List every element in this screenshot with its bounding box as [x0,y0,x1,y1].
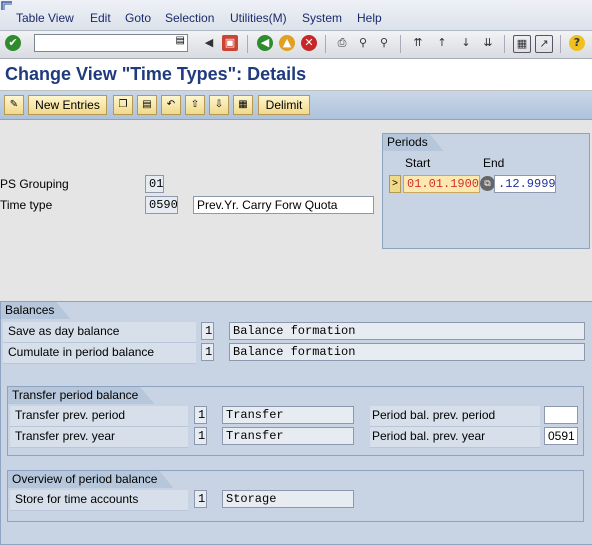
ps-grouping-label: PS Grouping [0,177,69,191]
delete-icon[interactable]: ▤ [137,95,157,115]
title-bar: Change View "Time Types": Details [0,59,592,91]
display-change-icon[interactable]: ✎ [4,95,24,115]
previous-page-icon[interactable]: ↑ [434,35,450,51]
end-label: End [483,156,505,170]
cumulate-period-balance-code: 1 [201,343,214,361]
application-toolbar: ✎ New Entries ❐ ▤ ↶ ⇧ ⇩ ▦ Delimit [0,91,592,120]
enter-icon[interactable]: ✔ [5,35,21,51]
shortcut-icon[interactable]: ↗ [535,35,553,53]
start-date-field[interactable]: 01.01.1900 [403,175,480,193]
menu-table-view[interactable]: Table View [16,11,74,25]
time-type-text: Prev.Yr. Carry Forw Quota [193,196,374,214]
copy-icon[interactable]: ❐ [113,95,133,115]
save-as-day-balance-label: Save as day balance [8,324,120,338]
balances-title: Balances [1,302,70,319]
toolbar-separator [247,35,248,53]
menu-selection[interactable]: Selection [165,11,214,25]
transfer-prev-period-code: 1 [194,406,207,424]
toolbar-separator [325,35,326,53]
transfer-prev-year-label: Transfer prev. year [15,429,116,443]
command-field[interactable]: ▤ [34,34,188,52]
print-icon[interactable]: ⎙ [334,35,350,51]
toolbar-separator [504,35,505,53]
menu-bar: Table View Edit Goto Selection Utilities… [0,0,592,31]
balances-box: Balances Save as day balance 1 Balance f… [0,301,592,545]
time-type-label: Time type [0,198,53,212]
period-bal-prev-year-label: Period bal. prev. year [372,429,486,443]
ps-grouping-field: 01 [145,175,164,193]
cumulate-period-balance-label: Cumulate in period balance [8,345,155,359]
periods-box: Periods Start End > 01.01.1900 ⧉ .12.999… [382,133,590,249]
selection-marker[interactable]: > [389,175,401,193]
menu-help[interactable]: Help [357,11,382,25]
menu-edit[interactable]: Edit [90,11,111,25]
period-bal-prev-period-field[interactable] [544,406,578,424]
overview-period-balance-box: Overview of period balance Store for tim… [7,470,584,522]
previous-entry-icon[interactable]: ⇧ [185,95,205,115]
save-icon[interactable]: ▣ [222,35,238,51]
standard-toolbar: ✔ ▤ ◀ ▣ ◀ ▲ ✕ ⎙ ⚲ ⚲ ⇈ ↑ ↓ ⇊ ▦ ↗ ? [0,31,592,59]
overview-title: Overview of period balance [8,471,173,488]
start-label: Start [405,156,431,170]
delimit-button[interactable]: Delimit [258,95,310,115]
save-as-day-balance-text: Balance formation [229,322,585,340]
store-time-accounts-text: Storage [222,490,354,508]
transfer-prev-year-text: Transfer [222,427,354,445]
period-bal-prev-year-field[interactable]: 0591 [544,427,578,445]
sap-logo-icon [1,1,12,10]
exit-icon[interactable]: ▲ [279,35,295,51]
next-entry-icon[interactable]: ⇩ [209,95,229,115]
new-entries-button[interactable]: New Entries [28,95,107,115]
transfer-prev-year-code: 1 [194,427,207,445]
help-icon[interactable]: ? [569,35,585,51]
store-time-accounts-code: 1 [194,490,207,508]
transfer-prev-period-label: Transfer prev. period [15,408,126,422]
cancel-icon[interactable]: ✕ [301,35,317,51]
end-date-field[interactable]: .12.9999 [494,175,556,193]
page-title: Change View "Time Types": Details [5,64,307,84]
other-entry-icon[interactable]: ▦ [233,95,253,115]
toolbar-separator [400,35,401,53]
undo-icon[interactable]: ↶ [161,95,181,115]
time-type-field: 0590 [145,196,178,214]
cumulate-period-balance-text: Balance formation [229,343,585,361]
create-session-icon[interactable]: ▦ [513,35,531,53]
menu-goto[interactable]: Goto [125,11,151,25]
first-page-icon[interactable]: ⇈ [410,35,426,51]
find-next-icon[interactable]: ⚲ [376,35,392,51]
calendar-icon[interactable]: ⧉ [480,176,495,191]
period-bal-prev-period-label: Period bal. prev. period [372,408,496,422]
store-time-accounts-label: Store for time accounts [15,492,139,506]
menu-system[interactable]: System [302,11,342,25]
periods-title: Periods [383,134,444,151]
last-page-icon[interactable]: ⇊ [480,35,496,51]
toolbar-separator [560,35,561,53]
find-icon[interactable]: ⚲ [355,35,371,51]
transfer-period-balance-box: Transfer period balance Transfer prev. p… [7,386,584,456]
transfer-title: Transfer period balance [8,387,154,404]
back-arrow-icon[interactable]: ◀ [201,35,217,51]
next-page-icon[interactable]: ↓ [458,35,474,51]
save-as-day-balance-code: 1 [201,322,214,340]
transfer-prev-period-text: Transfer [222,406,354,424]
command-field-dropdown-icon[interactable]: ▤ [176,35,185,46]
back-icon[interactable]: ◀ [257,35,273,51]
menu-utilities[interactable]: Utilities(M) [230,11,287,25]
